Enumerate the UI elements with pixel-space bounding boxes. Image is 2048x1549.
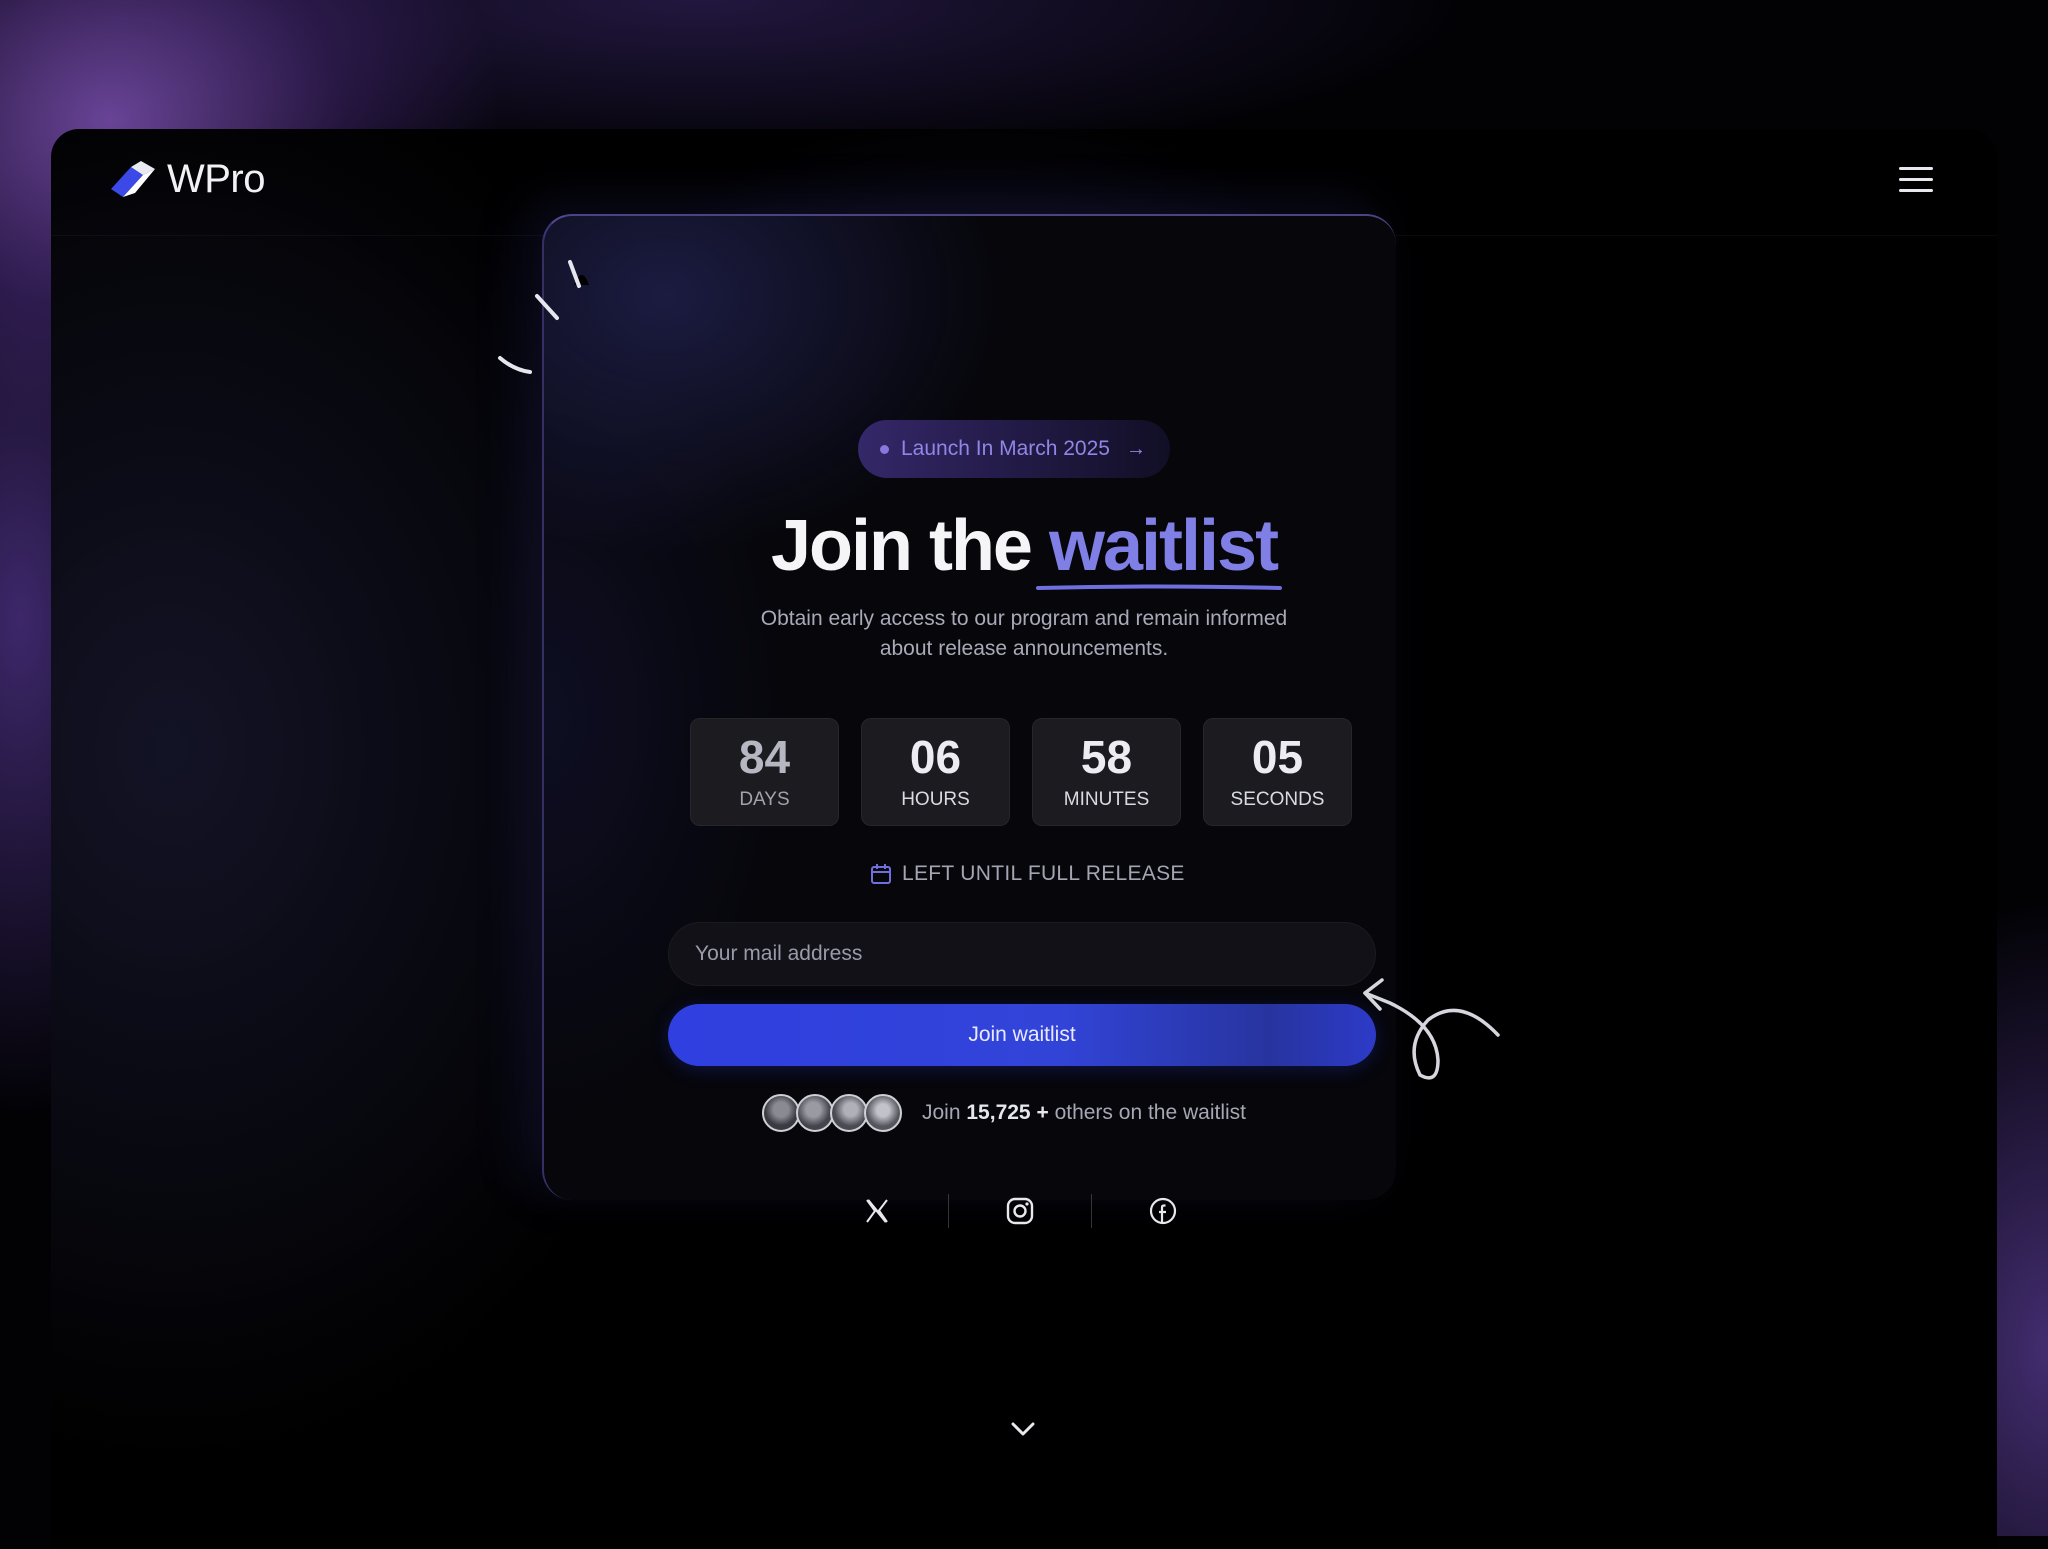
title-underline xyxy=(1036,584,1282,590)
eraser-logo-icon xyxy=(111,160,155,197)
join-waitlist-button[interactable]: Join waitlist xyxy=(668,1004,1376,1066)
status-dot xyxy=(880,444,889,454)
social-proof: Join 15,725 + others on the waitlist xyxy=(762,1094,1246,1132)
title-prefix: Join the xyxy=(770,506,1033,586)
calendar-icon xyxy=(871,864,891,884)
social-proof-text: Join 15,725 + others on the waitlist xyxy=(922,1101,1246,1124)
countdown-value: 05 xyxy=(1251,731,1304,783)
hamburger-menu-icon[interactable] xyxy=(1899,167,1933,197)
email-input[interactable] xyxy=(668,922,1376,986)
page-title: Join the waitlist xyxy=(0,505,2048,587)
countdown-value: 58 xyxy=(1080,731,1133,783)
brand-logo[interactable]: WPro xyxy=(107,157,266,202)
title-accent: waitlist xyxy=(1048,506,1279,586)
avatar xyxy=(830,1094,868,1132)
release-note: LEFT UNTIL FULL RELEASE xyxy=(870,862,1185,886)
instagram-icon[interactable] xyxy=(1003,1194,1037,1228)
social-links xyxy=(860,1194,1180,1228)
launch-badge-text: Launch In March 2025 xyxy=(901,437,1110,460)
facebook-icon[interactable] xyxy=(1146,1194,1180,1228)
countdown-value: 06 xyxy=(909,731,962,783)
avatar-group xyxy=(762,1094,902,1132)
countdown-minutes: 58 MINUTES xyxy=(1032,718,1181,826)
launch-badge[interactable]: Launch In March 2025 → xyxy=(858,420,1170,478)
countdown-seconds: 05 SECONDS xyxy=(1203,718,1352,826)
countdown-days: 84 DAYS xyxy=(690,718,839,826)
countdown-label: DAYS xyxy=(739,789,790,810)
sparkle-doodle-icon xyxy=(498,260,589,374)
countdown-label: SECONDS xyxy=(1230,789,1325,810)
curly-arrow-icon xyxy=(1363,978,1500,1080)
brand-name: WPro xyxy=(167,157,266,201)
countdown-timer: 84 DAYS 06 HOURS 58 MINUTES 05 SECONDS xyxy=(690,718,1352,826)
avatar xyxy=(864,1094,902,1132)
x-icon[interactable] xyxy=(860,1194,894,1228)
avatar xyxy=(796,1094,834,1132)
page-subtitle: Obtain early access to our program and r… xyxy=(760,607,1288,660)
chevron-down-icon[interactable] xyxy=(1008,1418,1038,1440)
countdown-label: HOURS xyxy=(901,789,970,810)
countdown-hours: 06 HOURS xyxy=(861,718,1010,826)
release-text: LEFT UNTIL FULL RELEASE xyxy=(902,862,1185,885)
countdown-value: 84 xyxy=(738,731,791,783)
avatar xyxy=(762,1094,800,1132)
arrow-right-icon: → xyxy=(1125,437,1146,460)
countdown-label: MINUTES xyxy=(1063,789,1150,810)
